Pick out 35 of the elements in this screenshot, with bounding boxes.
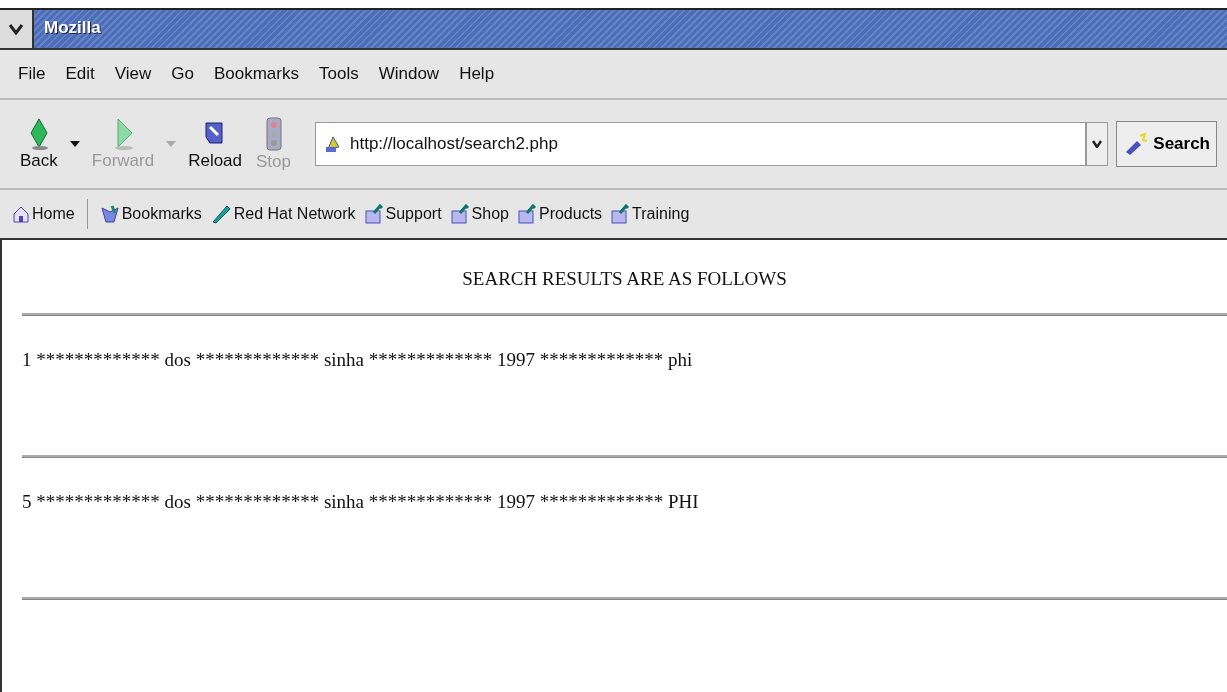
menu-item[interactable]: File <box>18 62 46 86</box>
page-icon <box>324 135 342 153</box>
address-field[interactable]: http://localhost/search2.php <box>315 122 1087 166</box>
window-title: Mozilla <box>43 17 102 39</box>
bookmark-link[interactable]: Red Hat Network <box>209 204 356 224</box>
dropdown-arrow-icon[interactable] <box>67 139 82 149</box>
bookmark-link[interactable]: Home <box>12 205 75 223</box>
menu-item[interactable]: Edit <box>65 62 95 86</box>
bookmark-link[interactable]: Shop <box>449 204 509 224</box>
menu-item[interactable]: View <box>114 62 152 86</box>
history-dropdown[interactable] <box>1086 122 1109 166</box>
bookmark-link[interactable]: Training <box>610 204 690 224</box>
menu-item[interactable]: Tools <box>318 62 359 86</box>
folder-icon <box>610 204 631 224</box>
back-button[interactable]: Back <box>16 117 62 171</box>
stop-icon <box>264 116 283 152</box>
menu-item[interactable]: Window <box>378 62 440 86</box>
bookmarks-icon <box>99 204 120 224</box>
bookmark-link[interactable]: Support <box>363 204 442 224</box>
search-button[interactable]: Search <box>1116 121 1217 167</box>
reload-button[interactable]: Reload <box>184 117 247 171</box>
folder-icon <box>363 204 384 224</box>
result-line: 5 ************* dos ************* sinha ************* 1997 ************* PHI <box>22 491 700 513</box>
menu-item[interactable]: Bookmarks <box>213 62 299 86</box>
bookmark-link[interactable]: Products <box>516 204 603 224</box>
menu-item[interactable]: Help <box>459 62 495 86</box>
menu-item[interactable]: Go <box>171 62 194 86</box>
result-line: 1 ************* dos ************* sinha ************* 1997 ************* phi <box>22 349 694 371</box>
pen-icon <box>209 204 232 224</box>
folder-icon <box>449 204 470 224</box>
folder-icon <box>516 204 537 224</box>
bookmark-link[interactable]: Bookmarks <box>99 204 202 224</box>
window-menu-icon[interactable] <box>8 23 24 35</box>
home-icon <box>12 205 30 223</box>
results-heading: SEARCH RESULTS ARE AS FOLLOWS <box>461 267 788 291</box>
